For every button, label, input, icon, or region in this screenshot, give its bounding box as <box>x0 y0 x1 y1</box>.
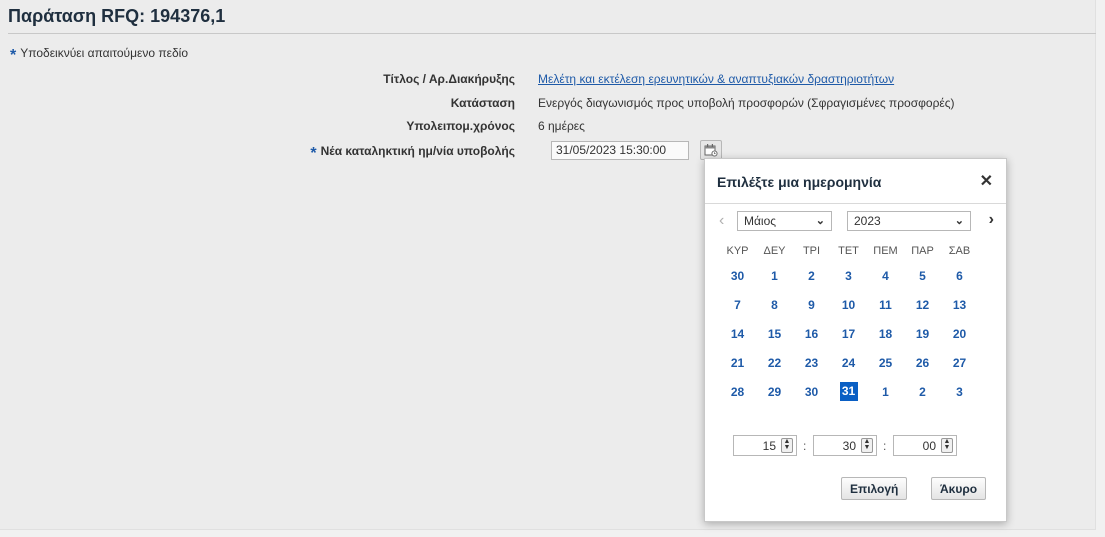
calendar-day[interactable]: 22 <box>756 348 793 377</box>
calendar-day[interactable]: 25 <box>867 348 904 377</box>
hour-field[interactable]: 15 ▲ ▼ <box>733 435 797 456</box>
datepicker-title: Επιλέξτε μια ημερομηνία <box>717 174 882 190</box>
calendar-icon-graphic <box>704 144 718 157</box>
calendar-day[interactable]: 17 <box>830 319 867 348</box>
calendar-day[interactable]: 12 <box>904 290 941 319</box>
calendar-day[interactable]: 11 <box>867 290 904 319</box>
title-link[interactable]: Μελέτη και εκτέλεση ερευνητικών & αναπτυ… <box>538 72 894 86</box>
calendar-week-row: 21 22 23 24 25 26 27 <box>719 348 978 377</box>
calendar-grid: ΚΥΡ ΔΕΥ ΤΡΙ ΤΕΤ ΠΕΜ ΠΑΡ ΣΑΒ 30 1 2 3 4 5… <box>719 241 978 406</box>
calendar-day[interactable]: 30 <box>793 377 830 406</box>
remaining-label: Υπολειπομ.χρόνος <box>406 119 515 133</box>
ok-button[interactable]: Επιλογή <box>841 477 908 500</box>
remaining-value: 6 ημέρες <box>538 119 585 133</box>
month-select-value: Μάιος <box>744 214 777 228</box>
minute-field[interactable]: 30 ▲ ▼ <box>813 435 877 456</box>
status-label: Κατάσταση <box>450 96 515 110</box>
deadline-input[interactable]: 31/05/2023 15:30:00 <box>551 141 689 160</box>
calendar-day[interactable]: 24 <box>830 348 867 377</box>
calendar-day[interactable]: 28 <box>719 377 756 406</box>
page-frame: Παράταση RFQ: 194376,1 * Υποδεικνύει απαι… <box>0 0 1105 537</box>
calendar-day[interactable]: 6 <box>941 261 978 290</box>
time-separator: : <box>883 439 887 453</box>
weekday-label: ΔΕΥ <box>763 245 786 257</box>
status-value: Ενεργός διαγωνισμός προς υποβολή προσφορ… <box>538 96 955 110</box>
asterisk-icon: * <box>310 145 317 162</box>
weekday-label: ΣΑΒ <box>948 245 971 257</box>
calendar-day[interactable]: 29 <box>756 377 793 406</box>
required-note-text: Υποδεικνύει απαιτούμενο πεδίο <box>20 46 189 60</box>
calendar-day[interactable]: 18 <box>867 319 904 348</box>
calendar-day[interactable]: 27 <box>941 348 978 377</box>
calendar-day[interactable]: 5 <box>904 261 941 290</box>
cancel-button[interactable]: Άκυρο <box>931 477 987 500</box>
calendar-day[interactable]: 10 <box>830 290 867 319</box>
deadline-label: * Νέα καταληκτική ημ/νία υποβολής <box>310 142 515 162</box>
title-label: Τίτλος / Αρ.Διακήρυξης <box>383 72 515 86</box>
weekday-label: ΤΕΤ <box>838 245 859 257</box>
deadline-label-text: Νέα καταληκτική ημ/νία υποβολής <box>320 144 515 158</box>
weekday-label: ΤΡΙ <box>802 245 821 257</box>
hour-spinner[interactable]: ▲ ▼ <box>781 438 793 453</box>
calendar-day[interactable]: 16 <box>793 319 830 348</box>
weekday-header-row: ΚΥΡ ΔΕΥ ΤΡΙ ΤΕΤ ΠΕΜ ΠΑΡ ΣΑΒ <box>719 241 978 261</box>
calendar-week-row: 28 29 30 31 1 2 3 <box>719 377 978 406</box>
calendar-week-row: 14 15 16 17 18 19 20 <box>719 319 978 348</box>
title-value: Μελέτη και εκτέλεση ερευνητικών & αναπτυ… <box>538 72 894 86</box>
calendar-day[interactable]: 19 <box>904 319 941 348</box>
datepicker-divider <box>705 203 1006 204</box>
second-field[interactable]: 00 ▲ ▼ <box>893 435 957 456</box>
asterisk-icon: * <box>10 47 17 64</box>
calendar-day[interactable]: 1 <box>756 261 793 290</box>
minute-value: 30 <box>842 439 856 453</box>
month-select[interactable]: Μάιος ⌄ <box>737 211 832 231</box>
weekday-label: ΚΥΡ <box>726 245 749 257</box>
second-spinner[interactable]: ▲ ▼ <box>941 438 953 453</box>
chevron-right-icon[interactable]: › <box>989 211 994 229</box>
calendar-day[interactable]: 1 <box>867 377 904 406</box>
calendar-week-row: 7 8 9 10 11 12 13 <box>719 290 978 319</box>
required-note: * Υποδεικνύει απαιτούμενο πεδίο <box>10 44 189 64</box>
chevron-down-icon: ⌄ <box>954 215 964 227</box>
calendar-day[interactable]: 30 <box>719 261 756 290</box>
calendar-day[interactable]: 14 <box>719 319 756 348</box>
weekday-label: ΠΑΡ <box>911 245 934 257</box>
datepicker-popup: Επιλέξτε μια ημερομηνία ✕ ‹ Μάιος ⌄ 2023… <box>704 158 1007 522</box>
time-separator: : <box>803 439 807 453</box>
year-select[interactable]: 2023 ⌄ <box>847 211 971 231</box>
calendar-day[interactable]: 8 <box>756 290 793 319</box>
calendar-day[interactable]: 4 <box>867 261 904 290</box>
selected-day-label: 31 <box>839 382 858 401</box>
chevron-down-icon: ⌄ <box>815 215 825 227</box>
calendar-day[interactable]: 23 <box>793 348 830 377</box>
calendar-day[interactable]: 2 <box>904 377 941 406</box>
calendar-day[interactable]: 20 <box>941 319 978 348</box>
year-select-value: 2023 <box>854 214 881 228</box>
calendar-day[interactable]: 26 <box>904 348 941 377</box>
main-panel: Παράταση RFQ: 194376,1 * Υποδεικνύει απαι… <box>0 0 1096 530</box>
title-divider <box>8 33 1096 34</box>
chevron-left-icon[interactable]: ‹ <box>719 212 724 230</box>
minute-spinner[interactable]: ▲ ▼ <box>861 438 873 453</box>
calendar-day[interactable]: 2 <box>793 261 830 290</box>
calendar-day[interactable]: 7 <box>719 290 756 319</box>
calendar-week-row: 30 1 2 3 4 5 6 <box>719 261 978 290</box>
calendar-day[interactable]: 15 <box>756 319 793 348</box>
hour-value: 15 <box>762 439 776 453</box>
calendar-day[interactable]: 3 <box>830 261 867 290</box>
calendar-day[interactable]: 21 <box>719 348 756 377</box>
calendar-day-selected[interactable]: 31 <box>830 377 867 406</box>
calendar-day[interactable]: 13 <box>941 290 978 319</box>
close-icon[interactable]: ✕ <box>980 171 993 191</box>
weekday-label: ΠΕΜ <box>873 245 898 257</box>
second-value: 00 <box>922 439 936 453</box>
page-title: Παράταση RFQ: 194376,1 <box>8 6 226 26</box>
calendar-day[interactable]: 9 <box>793 290 830 319</box>
calendar-day[interactable]: 3 <box>941 377 978 406</box>
calendar-icon[interactable] <box>700 140 722 160</box>
